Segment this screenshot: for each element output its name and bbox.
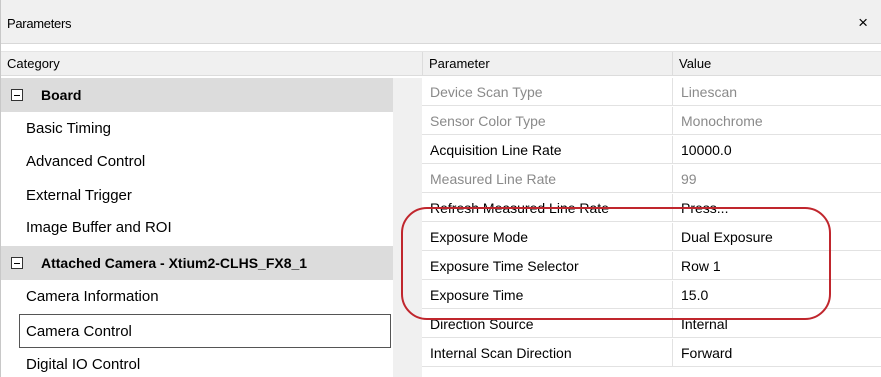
parameter-row[interactable]: Exposure Mode Dual Exposure [422, 223, 881, 251]
category-group-attached-camera[interactable]: Attached Camera - Xtium2-CLHS_FX8_1 [1, 246, 393, 280]
box-minus-icon[interactable] [11, 89, 23, 101]
window-title: Parameters [7, 16, 72, 31]
category-item-basic-timing[interactable]: Basic Timing [1, 112, 393, 146]
category-tree: Board Basic Timing Advanced Control Exte… [1, 78, 393, 377]
box-minus-icon[interactable] [11, 257, 23, 269]
close-icon[interactable]: × [858, 14, 868, 31]
parameter-value[interactable]: Internal [672, 310, 881, 338]
refresh-button[interactable]: Press... [672, 194, 881, 222]
parameter-name: Internal Scan Direction [430, 345, 572, 361]
category-group-board[interactable]: Board [1, 78, 393, 112]
parameter-row[interactable]: Exposure Time 15.0 [422, 281, 881, 309]
parameter-value: Linescan [672, 78, 881, 106]
parameter-row[interactable]: Sensor Color Type Monochrome [422, 107, 881, 135]
category-label: Digital IO Control [26, 356, 141, 373]
parameter-name: Exposure Time [430, 287, 524, 303]
parameter-value: 99 [672, 165, 881, 193]
column-headers: Category Parameter Value [1, 51, 881, 76]
parameter-header[interactable]: Parameter [422, 52, 672, 76]
parameter-name: Refresh Measured Line Rate [430, 200, 609, 216]
category-item-advanced-control[interactable]: Advanced Control [1, 145, 393, 179]
parameter-value[interactable]: 10000.0 [672, 136, 881, 164]
parameter-row[interactable]: Exposure Time Selector Row 1 [422, 252, 881, 280]
parameter-name: Device Scan Type [430, 84, 543, 100]
title-bar: Parameters × [1, 0, 881, 44]
parameter-row[interactable]: Acquisition Line Rate 10000.0 [422, 136, 881, 164]
category-item-camera-control[interactable]: Camera Control [19, 314, 391, 348]
parameter-row[interactable]: Device Scan Type Linescan [422, 78, 881, 106]
parameter-row[interactable]: Internal Scan Direction Forward [422, 339, 881, 367]
category-label: Camera Control [26, 323, 132, 340]
category-item-camera-information[interactable]: Camera Information [1, 280, 393, 314]
parameter-name: Exposure Time Selector [430, 258, 579, 274]
parameter-value[interactable]: Dual Exposure [672, 223, 881, 251]
parameter-name: Acquisition Line Rate [430, 142, 562, 158]
parameter-value[interactable]: Row 1 [672, 252, 881, 280]
category-label: Image Buffer and ROI [26, 219, 172, 236]
parameter-row[interactable]: Direction Source Internal [422, 310, 881, 338]
parameter-grid: Device Scan Type Linescan Sensor Color T… [422, 78, 881, 377]
tree-splitter[interactable] [393, 78, 422, 377]
category-item-external-trigger[interactable]: External Trigger [1, 179, 393, 213]
parameter-value[interactable]: 15.0 [672, 281, 881, 309]
category-item-digital-io-control[interactable]: Digital IO Control [1, 348, 393, 377]
parameters-window: Parameters × Category Parameter Value Bo… [0, 0, 881, 377]
category-label: Camera Information [26, 288, 159, 305]
value-header[interactable]: Value [672, 52, 881, 76]
parameter-row[interactable]: Measured Line Rate 99 [422, 165, 881, 193]
category-item-image-buffer-roi[interactable]: Image Buffer and ROI [1, 211, 393, 245]
parameter-name: Sensor Color Type [430, 113, 546, 129]
category-label: Attached Camera - Xtium2-CLHS_FX8_1 [41, 255, 308, 271]
category-header[interactable]: Category [1, 52, 396, 76]
parameter-name: Measured Line Rate [430, 171, 557, 187]
parameter-value: Monochrome [672, 107, 881, 135]
category-label: Board [41, 87, 82, 103]
category-label: Advanced Control [26, 153, 146, 170]
category-label: External Trigger [26, 187, 132, 204]
parameter-row[interactable]: Refresh Measured Line Rate Press... [422, 194, 881, 222]
parameter-name: Direction Source [430, 316, 534, 332]
category-label: Basic Timing [26, 120, 112, 137]
parameter-name: Exposure Mode [430, 229, 529, 245]
parameter-value[interactable]: Forward [672, 339, 881, 367]
